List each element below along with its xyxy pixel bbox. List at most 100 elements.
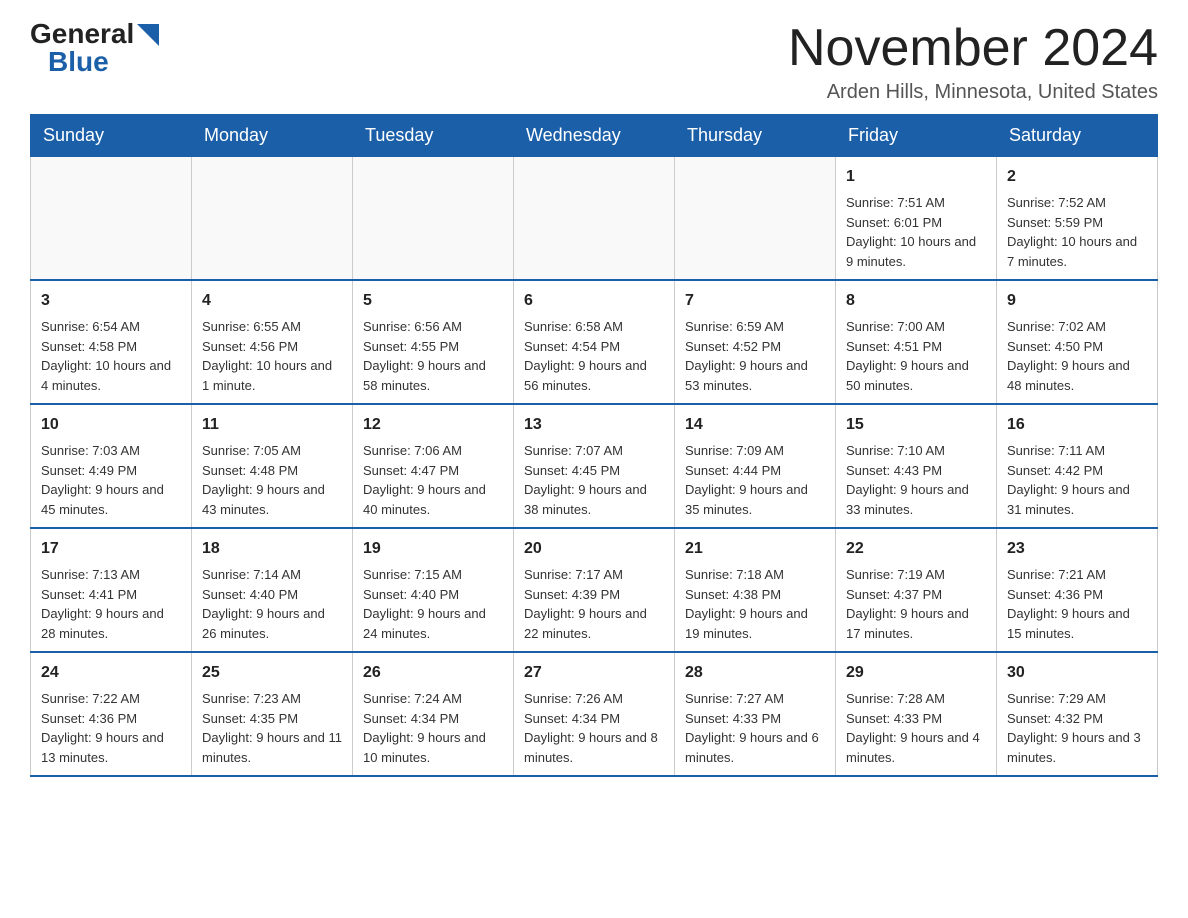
day-number: 12 bbox=[363, 413, 503, 437]
day-number: 26 bbox=[363, 661, 503, 685]
calendar-cell: 28 Sunrise: 7:27 AM Sunset: 4:33 PM Dayli… bbox=[675, 652, 836, 776]
day-number: 5 bbox=[363, 289, 503, 313]
day-number: 3 bbox=[41, 289, 181, 313]
calendar-cell: 17Sunrise: 7:13 AM Sunset: 4:41 PM Dayli… bbox=[31, 528, 192, 652]
day-number: 2 bbox=[1007, 165, 1147, 189]
day-number: 13 bbox=[524, 413, 664, 437]
day-number: 9 bbox=[1007, 289, 1147, 313]
calendar-header: SundayMondayTuesdayWednesdayThursdayFrid… bbox=[31, 115, 1158, 157]
calendar-cell: 13 Sunrise: 7:07 AM Sunset: 4:45 PM Dayli… bbox=[514, 404, 675, 528]
calendar-table: SundayMondayTuesdayWednesdayThursdayFrid… bbox=[30, 114, 1158, 777]
day-info: Sunrise: 7:05 AM Sunset: 4:48 PM Dayligh… bbox=[202, 441, 342, 519]
day-info: Sunrise: 7:19 AM Sunset: 4:37 PM Dayligh… bbox=[846, 565, 986, 643]
day-info: Sunrise: 7:52 AM Sunset: 5:59 PM Dayligh… bbox=[1007, 193, 1147, 271]
day-info: Sunrise: 7:17 AM Sunset: 4:39 PM Dayligh… bbox=[524, 565, 664, 643]
day-info: Sunrise: 6:55 AM Sunset: 4:56 PM Dayligh… bbox=[202, 317, 342, 395]
day-number: 24 bbox=[41, 661, 181, 685]
calendar-cell: 24 Sunrise: 7:22 AM Sunset: 4:36 PM Dayli… bbox=[31, 652, 192, 776]
calendar-cell: 11 Sunrise: 7:05 AM Sunset: 4:48 PM Dayli… bbox=[192, 404, 353, 528]
calendar-cell: 27 Sunrise: 7:26 AM Sunset: 4:34 PM Dayli… bbox=[514, 652, 675, 776]
day-info: Sunrise: 7:03 AM Sunset: 4:49 PM Dayligh… bbox=[41, 441, 181, 519]
calendar-week-2: 3 Sunrise: 6:54 AM Sunset: 4:58 PM Daylig… bbox=[31, 280, 1158, 404]
calendar-cell: 29 Sunrise: 7:28 AM Sunset: 4:33 PM Dayli… bbox=[836, 652, 997, 776]
calendar-cell: 14 Sunrise: 7:09 AM Sunset: 4:44 PM Dayli… bbox=[675, 404, 836, 528]
calendar-cell: 26 Sunrise: 7:24 AM Sunset: 4:34 PM Dayli… bbox=[353, 652, 514, 776]
day-info: Sunrise: 6:56 AM Sunset: 4:55 PM Dayligh… bbox=[363, 317, 503, 395]
calendar-cell: 10 Sunrise: 7:03 AM Sunset: 4:49 PM Dayli… bbox=[31, 404, 192, 528]
calendar-cell: 4Sunrise: 6:55 AM Sunset: 4:56 PM Daylig… bbox=[192, 280, 353, 404]
day-number: 6 bbox=[524, 289, 664, 313]
header-day-tuesday: Tuesday bbox=[353, 115, 514, 157]
logo-general-text: General bbox=[30, 20, 134, 48]
calendar-cell: 15 Sunrise: 7:10 AM Sunset: 4:43 PM Dayli… bbox=[836, 404, 997, 528]
calendar-cell bbox=[353, 157, 514, 281]
day-info: Sunrise: 7:24 AM Sunset: 4:34 PM Dayligh… bbox=[363, 689, 503, 767]
day-info: Sunrise: 7:29 AM Sunset: 4:32 PM Dayligh… bbox=[1007, 689, 1147, 767]
calendar-cell: 18 Sunrise: 7:14 AM Sunset: 4:40 PM Dayli… bbox=[192, 528, 353, 652]
day-info: Sunrise: 7:23 AM Sunset: 4:35 PM Dayligh… bbox=[202, 689, 342, 767]
page-header: General Blue November 2024 Arden Hills, … bbox=[30, 20, 1158, 104]
day-info: Sunrise: 6:54 AM Sunset: 4:58 PM Dayligh… bbox=[41, 317, 181, 395]
day-info: Sunrise: 7:07 AM Sunset: 4:45 PM Dayligh… bbox=[524, 441, 664, 519]
calendar-week-5: 24 Sunrise: 7:22 AM Sunset: 4:36 PM Dayli… bbox=[31, 652, 1158, 776]
header-day-monday: Monday bbox=[192, 115, 353, 157]
day-number: 21 bbox=[685, 537, 825, 561]
day-number: 14 bbox=[685, 413, 825, 437]
day-info: Sunrise: 7:06 AM Sunset: 4:47 PM Dayligh… bbox=[363, 441, 503, 519]
calendar-cell: 23 Sunrise: 7:21 AM Sunset: 4:36 PM Dayli… bbox=[997, 528, 1158, 652]
logo: General Blue bbox=[30, 20, 159, 76]
calendar-cell: 9 Sunrise: 7:02 AM Sunset: 4:50 PM Daylig… bbox=[997, 280, 1158, 404]
calendar-cell bbox=[31, 157, 192, 281]
day-info: Sunrise: 7:22 AM Sunset: 4:36 PM Dayligh… bbox=[41, 689, 181, 767]
day-number: 27 bbox=[524, 661, 664, 685]
day-number: 20 bbox=[524, 537, 664, 561]
day-number: 16 bbox=[1007, 413, 1147, 437]
calendar-cell: 6 Sunrise: 6:58 AM Sunset: 4:54 PM Daylig… bbox=[514, 280, 675, 404]
day-info: Sunrise: 6:58 AM Sunset: 4:54 PM Dayligh… bbox=[524, 317, 664, 395]
calendar-cell: 2 Sunrise: 7:52 AM Sunset: 5:59 PM Daylig… bbox=[997, 157, 1158, 281]
day-info: Sunrise: 7:21 AM Sunset: 4:36 PM Dayligh… bbox=[1007, 565, 1147, 643]
day-number: 10 bbox=[41, 413, 181, 437]
day-info: Sunrise: 7:28 AM Sunset: 4:33 PM Dayligh… bbox=[846, 689, 986, 767]
calendar-cell: 12 Sunrise: 7:06 AM Sunset: 4:47 PM Dayli… bbox=[353, 404, 514, 528]
day-number: 25 bbox=[202, 661, 342, 685]
calendar-cell: 22 Sunrise: 7:19 AM Sunset: 4:37 PM Dayli… bbox=[836, 528, 997, 652]
day-number: 8 bbox=[846, 289, 986, 313]
day-number: 17 bbox=[41, 537, 181, 561]
day-number: 7 bbox=[685, 289, 825, 313]
day-info: Sunrise: 7:26 AM Sunset: 4:34 PM Dayligh… bbox=[524, 689, 664, 767]
calendar-cell: 19 Sunrise: 7:15 AM Sunset: 4:40 PM Dayli… bbox=[353, 528, 514, 652]
header-day-friday: Friday bbox=[836, 115, 997, 157]
day-number: 23 bbox=[1007, 537, 1147, 561]
calendar-week-1: 1Sunrise: 7:51 AM Sunset: 6:01 PM Daylig… bbox=[31, 157, 1158, 281]
header-day-saturday: Saturday bbox=[997, 115, 1158, 157]
header-day-sunday: Sunday bbox=[31, 115, 192, 157]
day-number: 15 bbox=[846, 413, 986, 437]
calendar-cell bbox=[514, 157, 675, 281]
day-info: Sunrise: 7:10 AM Sunset: 4:43 PM Dayligh… bbox=[846, 441, 986, 519]
calendar-cell: 21 Sunrise: 7:18 AM Sunset: 4:38 PM Dayli… bbox=[675, 528, 836, 652]
day-number: 28 bbox=[685, 661, 825, 685]
day-number: 22 bbox=[846, 537, 986, 561]
day-number: 19 bbox=[363, 537, 503, 561]
day-info: Sunrise: 7:00 AM Sunset: 4:51 PM Dayligh… bbox=[846, 317, 986, 395]
title-block: November 2024 Arden Hills, Minnesota, Un… bbox=[788, 20, 1158, 104]
day-number: 29 bbox=[846, 661, 986, 685]
day-info: Sunrise: 7:09 AM Sunset: 4:44 PM Dayligh… bbox=[685, 441, 825, 519]
location-text: Arden Hills, Minnesota, United States bbox=[788, 81, 1158, 104]
calendar-cell: 8 Sunrise: 7:00 AM Sunset: 4:51 PM Daylig… bbox=[836, 280, 997, 404]
day-info: Sunrise: 7:18 AM Sunset: 4:38 PM Dayligh… bbox=[685, 565, 825, 643]
day-info: Sunrise: 7:02 AM Sunset: 4:50 PM Dayligh… bbox=[1007, 317, 1147, 395]
calendar-cell: 25 Sunrise: 7:23 AM Sunset: 4:35 PM Dayli… bbox=[192, 652, 353, 776]
calendar-week-4: 17Sunrise: 7:13 AM Sunset: 4:41 PM Dayli… bbox=[31, 528, 1158, 652]
day-info: Sunrise: 7:27 AM Sunset: 4:33 PM Dayligh… bbox=[685, 689, 825, 767]
day-number: 18 bbox=[202, 537, 342, 561]
calendar-cell: 30Sunrise: 7:29 AM Sunset: 4:32 PM Dayli… bbox=[997, 652, 1158, 776]
calendar-cell: 1Sunrise: 7:51 AM Sunset: 6:01 PM Daylig… bbox=[836, 157, 997, 281]
day-info: Sunrise: 7:15 AM Sunset: 4:40 PM Dayligh… bbox=[363, 565, 503, 643]
header-day-wednesday: Wednesday bbox=[514, 115, 675, 157]
day-info: Sunrise: 7:14 AM Sunset: 4:40 PM Dayligh… bbox=[202, 565, 342, 643]
day-number: 11 bbox=[202, 413, 342, 437]
calendar-cell: 20 Sunrise: 7:17 AM Sunset: 4:39 PM Dayli… bbox=[514, 528, 675, 652]
day-number: 1 bbox=[846, 165, 986, 189]
